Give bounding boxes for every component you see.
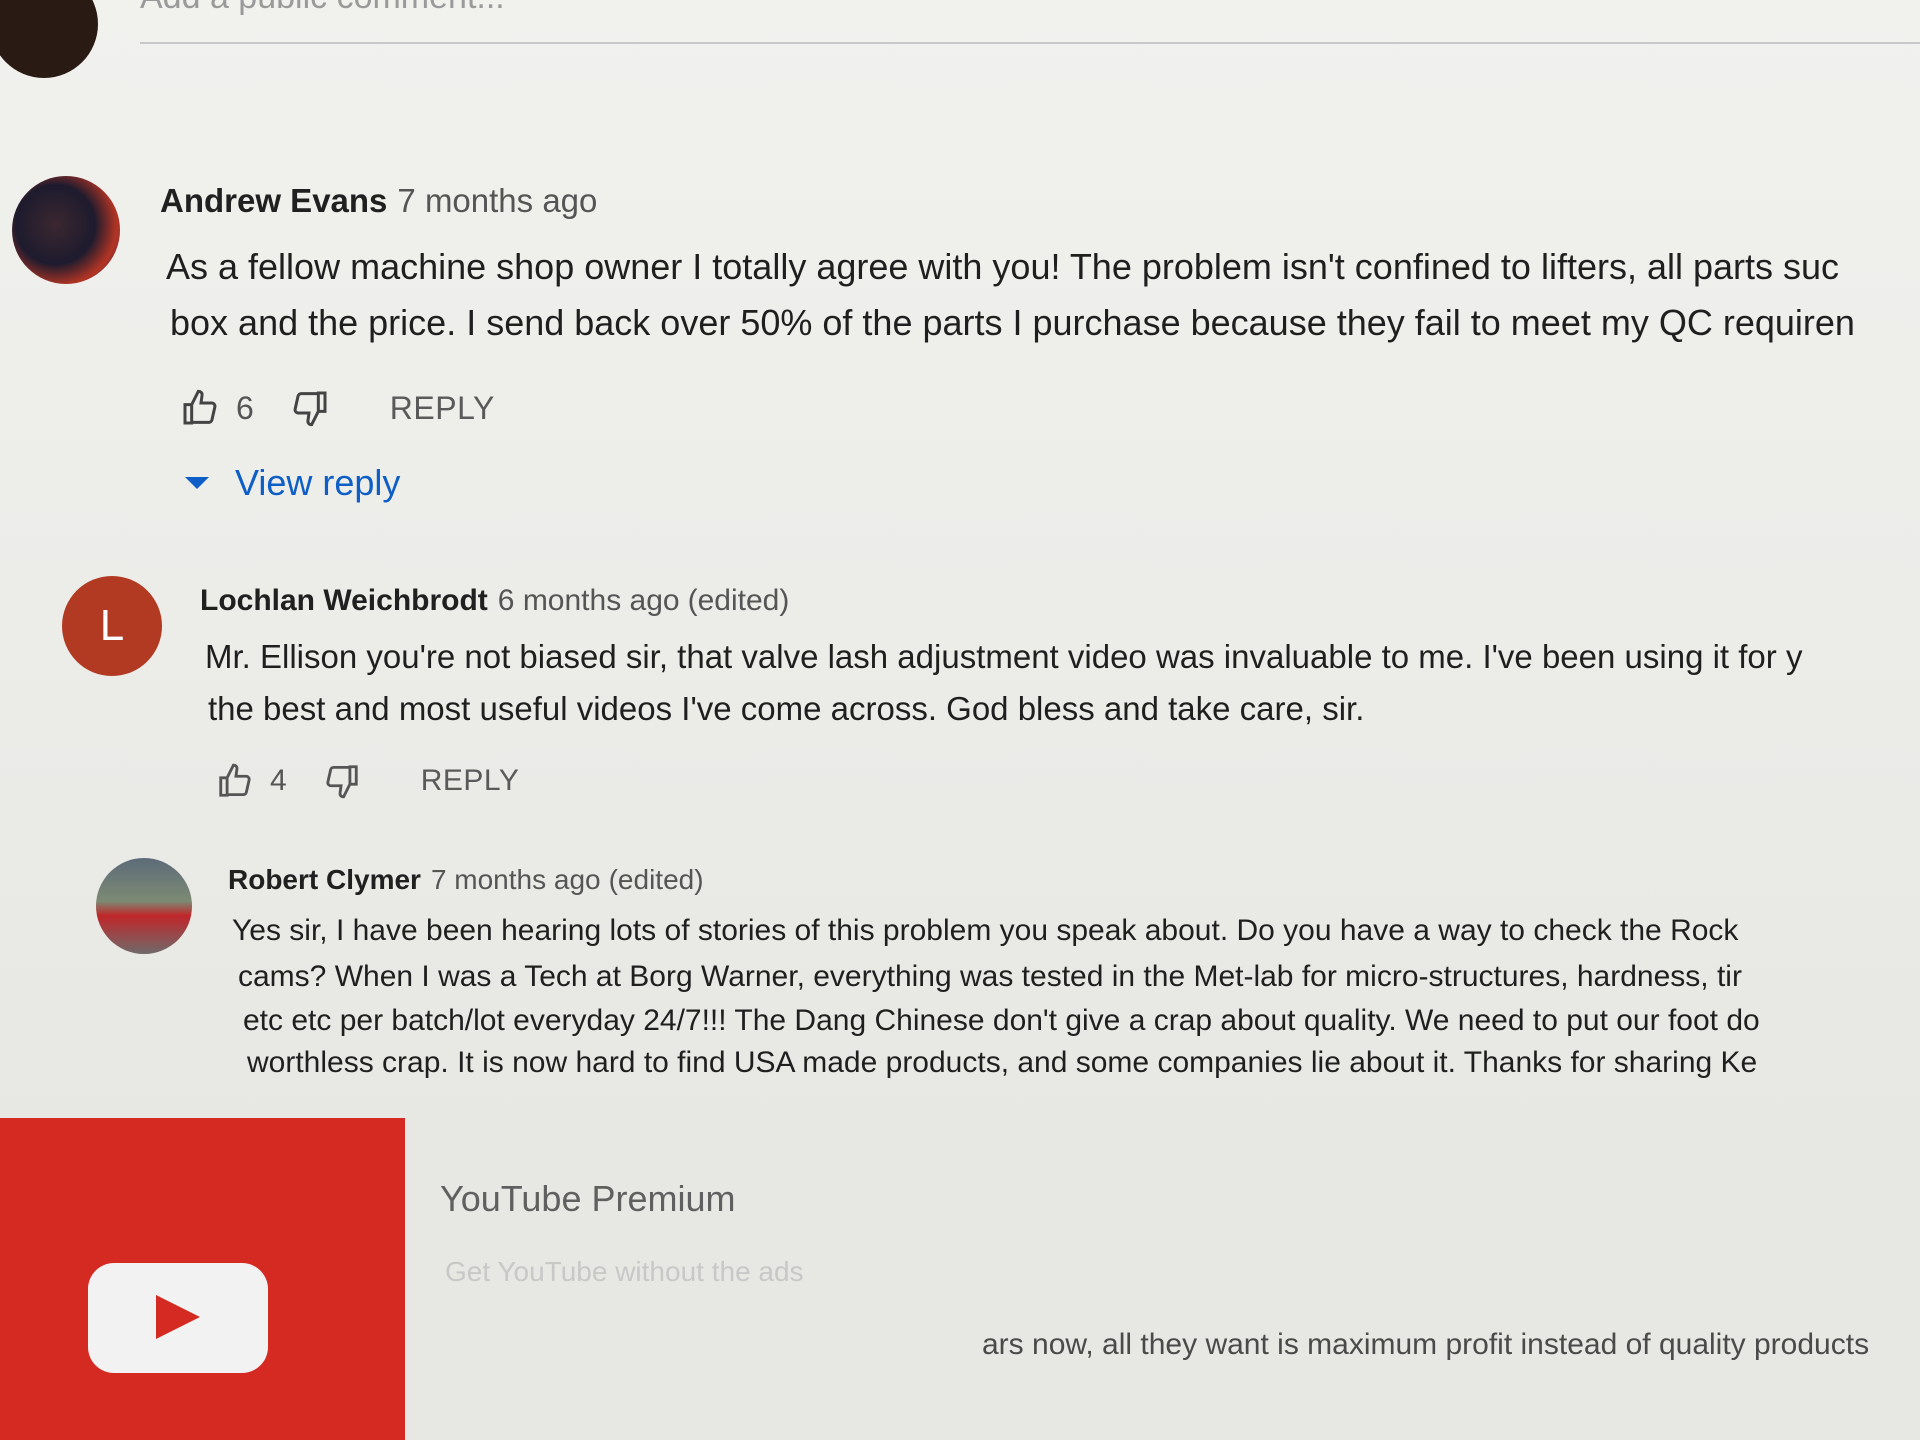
youtube-premium-promo[interactable]: YouTube Premium Get YouTube without the … [0, 1118, 1920, 1440]
promo-title: YouTube Premium [440, 1178, 736, 1219]
comment-actions: 4 REPLY [216, 762, 519, 800]
like-count: 4 [270, 764, 287, 797]
comment-header: Lochlan Weichbrodt 6 months ago (edited) [200, 584, 789, 618]
comment-text-line: worthless crap. It is now hard to find U… [247, 1046, 1758, 1079]
thumbs-up-icon[interactable] [180, 388, 220, 428]
add-comment-row: Add a public comment... [0, 0, 1920, 78]
add-comment-input[interactable]: Add a public comment... [140, 0, 505, 17]
author-name[interactable]: Lochlan Weichbrodt [200, 584, 488, 617]
avatar-letter: L [99, 601, 125, 650]
thumbs-down-icon[interactable] [323, 762, 361, 800]
avatar[interactable]: L [62, 576, 162, 676]
comment-text-line: box and the price. I send back over 50% … [170, 302, 1855, 343]
thumbs-down-icon[interactable] [290, 388, 330, 428]
promo-banner [0, 1118, 405, 1440]
edited-label: (edited) [687, 584, 790, 617]
comment-time[interactable]: 7 months ago [431, 864, 601, 895]
reply-button[interactable]: REPLY [390, 390, 495, 427]
edited-label: (edited) [608, 864, 704, 895]
comment-text-line: As a fellow machine shop owner I totally… [166, 246, 1840, 287]
comment-text-line: Mr. Ellison you're not biased sir, that … [205, 638, 1803, 675]
like-count: 6 [236, 389, 254, 426]
avatar[interactable] [96, 858, 192, 954]
view-reply-label: View reply [235, 462, 401, 503]
comment-actions: 6 REPLY [180, 388, 495, 428]
author-name[interactable]: Robert Clymer [228, 864, 421, 895]
comment-time[interactable]: 7 months ago [397, 182, 597, 219]
youtube-play-icon [88, 1263, 268, 1373]
author-name[interactable]: Andrew Evans [160, 182, 387, 219]
comment-text-line: Yes sir, I have been hearing lots of sto… [232, 914, 1739, 947]
avatar[interactable] [12, 176, 120, 284]
comment-header: Robert Clymer 7 months ago (edited) [228, 864, 704, 896]
comment-text-line: the best and most useful videos I've com… [208, 690, 1365, 727]
comment-header: Andrew Evans 7 months ago [160, 182, 597, 220]
comment-time[interactable]: 6 months ago [498, 584, 680, 617]
comment-text-line: etc etc per batch/lot everyday 24/7!!! T… [243, 1004, 1760, 1037]
comment-text-line: cams? When I was a Tech at Borg Warner, … [238, 960, 1742, 993]
comment-text-line: ars now, all they want is maximum profit… [982, 1328, 1870, 1361]
reply-button[interactable]: REPLY [421, 764, 520, 798]
caret-down-icon [185, 477, 209, 489]
view-reply-button[interactable]: View reply [185, 462, 400, 504]
user-avatar [0, 0, 98, 78]
input-underline [140, 42, 1920, 44]
thumbs-up-icon[interactable] [216, 762, 254, 800]
promo-subtitle: Get YouTube without the ads [445, 1256, 804, 1287]
